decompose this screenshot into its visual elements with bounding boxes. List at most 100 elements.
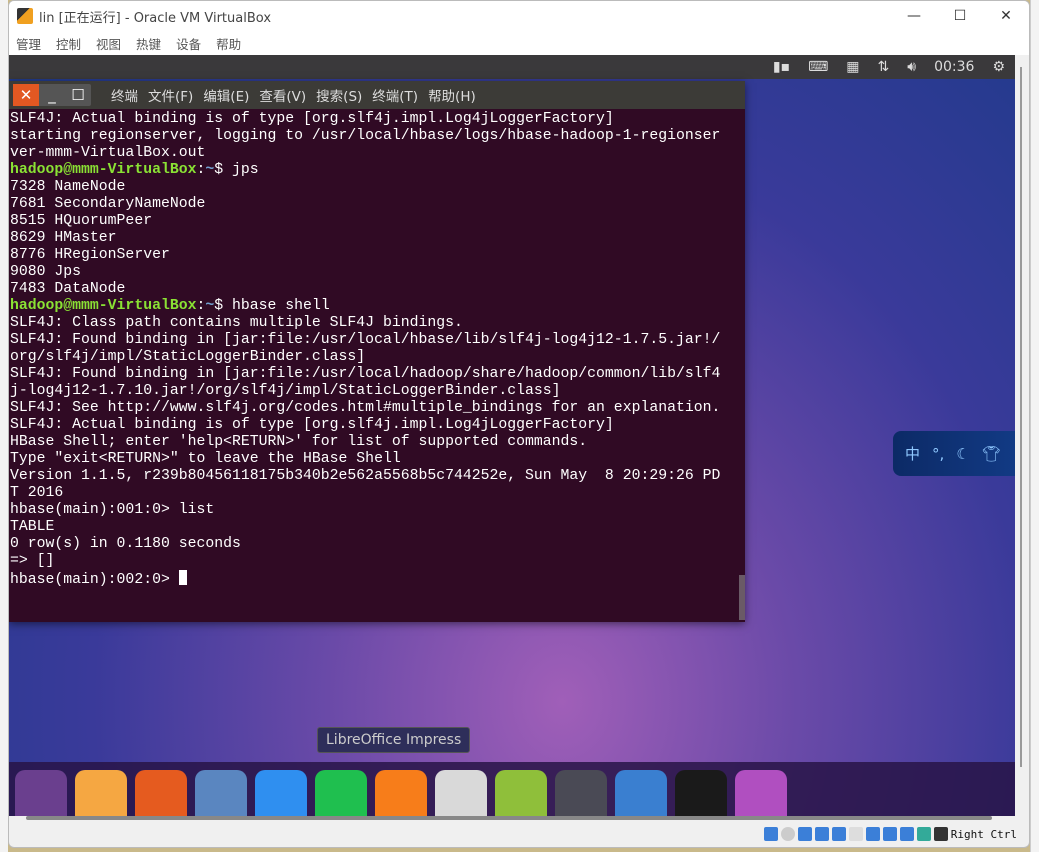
prompt-path: ~ (205, 298, 215, 314)
virtualbox-window: lin [正在运行] - Oracle VM VirtualBox — ☐ ✕ … (8, 0, 1030, 848)
terminal-cursor (178, 570, 187, 585)
vbox-menubar: 管理 控制 视图 热键 设备 帮助 (9, 31, 1029, 55)
dock-word-icon[interactable] (255, 770, 307, 816)
ime-language[interactable]: 中 (905, 443, 920, 464)
settings-icon[interactable]: ⚙ (992, 59, 1005, 75)
dock-terminal-icon[interactable] (555, 770, 607, 816)
dock-excel-icon[interactable] (315, 770, 367, 816)
virtualbox-icon (17, 8, 33, 24)
terminal-maximize-icon[interactable]: ☐ (65, 84, 91, 106)
host-key: Right Ctrl (950, 827, 1017, 841)
terminal-line: SLF4J: Class path contains multiple SLF4… (10, 315, 463, 331)
terminal-line: 9080 Jps (10, 264, 82, 280)
terminal-line: TABLE (10, 519, 55, 535)
terminal-menu-item[interactable]: 编辑(E) (203, 85, 249, 105)
menu-help[interactable]: 帮助 (216, 34, 241, 53)
recording-icon[interactable] (882, 827, 897, 841)
keyboard-capture-icon[interactable] (933, 827, 948, 841)
desktop-left-edge (0, 0, 8, 852)
close-button[interactable]: ✕ (983, 8, 1029, 24)
terminal-menu-item[interactable]: 搜索(S) (316, 85, 362, 105)
ime-punctuation[interactable]: °, (932, 445, 944, 463)
terminal-line: starting regionserver, logging to /usr/l… (10, 128, 721, 144)
terminal-menu-item[interactable]: 查看(V) (259, 85, 306, 105)
prompt-command: $ hbase shell (214, 298, 330, 314)
shared-folder-icon[interactable] (848, 827, 863, 841)
prompt-path: ~ (205, 162, 215, 178)
dock (9, 762, 1015, 816)
terminal-line: SLF4J: See http://www.slf4j.org/codes.ht… (10, 400, 721, 416)
terminal-output[interactable]: SLF4J: Actual binding is of type [org.sl… (9, 109, 745, 622)
dock-ubuntu-icon[interactable] (15, 770, 67, 816)
terminal-menu-item[interactable]: 帮助(H) (428, 85, 476, 105)
menu-view[interactable]: 视图 (96, 34, 121, 53)
usb-icon[interactable] (831, 827, 846, 841)
clock[interactable]: 00:36 (934, 59, 974, 75)
shirt-icon[interactable]: 👕︎ (982, 445, 1001, 463)
cpu-icon[interactable] (899, 827, 914, 841)
terminal-line: 8515 HQuorumPeer (10, 213, 153, 229)
terminal-line: 8776 HRegionServer (10, 247, 170, 263)
terminal-scrollbar[interactable] (739, 575, 745, 620)
dock-powerpoint-icon[interactable] (375, 770, 427, 816)
menu-hotkeys[interactable]: 热键 (136, 34, 161, 53)
dock-chromium-icon[interactable] (195, 770, 247, 816)
terminal-line: SLF4J: Actual binding is of type [org.sl… (10, 111, 614, 127)
terminal-line: hbase(main):002:0> (10, 570, 745, 589)
calendar-icon[interactable]: ▦ (846, 59, 859, 75)
window-title: lin [正在运行] - Oracle VM VirtualBox (39, 10, 272, 26)
ime-toolbar[interactable]: 中 °, ☾ 👕︎ (893, 431, 1015, 476)
terminal-line: 7681 SecondaryNameNode (10, 196, 206, 212)
maximize-button[interactable]: ☐ (937, 8, 983, 24)
prompt-user: hadoop@mmm-VirtualBox (10, 162, 197, 178)
terminal-line: SLF4J: Found binding in [jar:file:/usr/l… (10, 332, 721, 348)
keyboard-icon[interactable]: ⌨ (808, 59, 828, 75)
dock-firefox-icon[interactable] (135, 770, 187, 816)
terminal-line: j-log4j12-1.7.10.jar!/org/slf4j/impl/Sta… (10, 383, 561, 399)
dock-robot-icon[interactable] (495, 770, 547, 816)
hdd-icon[interactable] (763, 827, 778, 841)
vertical-scrollbar[interactable] (1015, 55, 1029, 816)
terminal-menu-item[interactable]: 终端 (111, 85, 138, 105)
terminal-line: SLF4J: Found binding in [jar:file:/usr/l… (10, 366, 721, 382)
moon-icon[interactable]: ☾ (956, 445, 969, 463)
terminal-menu-item[interactable]: 终端(T) (372, 85, 418, 105)
prompt-user: hadoop@mmm-VirtualBox (10, 298, 197, 314)
terminal-line: 8629 HMaster (10, 230, 117, 246)
cd-icon[interactable] (780, 827, 795, 841)
audio-icon[interactable] (797, 827, 812, 841)
volume-icon[interactable]: 🔊︎ (907, 59, 916, 75)
vm-screen[interactable]: ▮▪ ⌨ ▦ ⇅ 🔊︎ 00:36 ⚙ ✕ _ ☐ 终端 文件(F) 编辑(E) 查看… (9, 55, 1015, 816)
terminal-line: 7328 NameNode (10, 179, 126, 195)
menu-devices[interactable]: 设备 (176, 34, 201, 53)
terminal-line: 7483 DataNode (10, 281, 126, 297)
menu-control[interactable]: 控制 (56, 34, 81, 53)
terminal-line: HBase Shell; enter 'help<RETURN>' for li… (10, 434, 588, 450)
dock-software-center-icon[interactable] (435, 770, 487, 816)
prompt-command: $ jps (214, 162, 259, 178)
transfer-icon[interactable]: ⇅ (878, 59, 890, 75)
terminal-window[interactable]: ✕ _ ☐ 终端 文件(F) 编辑(E) 查看(V) 搜索(S) 终端(T) 帮助(H) S… (9, 81, 745, 622)
terminal-line: SLF4J: Actual binding is of type [org.sl… (10, 417, 614, 433)
minimize-button[interactable]: — (891, 8, 937, 24)
mouse-integration-icon[interactable] (916, 827, 931, 841)
terminal-line: org/slf4j/impl/StaticLoggerBinder.class] (10, 349, 366, 365)
dock-qq-icon[interactable] (675, 770, 727, 816)
terminal-line: T 2016 (10, 485, 64, 501)
dock-dash-icon[interactable] (615, 770, 667, 816)
title-bar: lin [正在运行] - Oracle VM VirtualBox — ☐ ✕ (9, 1, 1029, 31)
terminal-minimize-icon[interactable]: _ (39, 84, 65, 106)
terminal-close-icon[interactable]: ✕ (13, 84, 39, 106)
display-icon[interactable] (865, 827, 880, 841)
network-adapter-icon[interactable] (814, 827, 829, 841)
horizontal-scrollbar[interactable] (9, 816, 1015, 824)
network-icon[interactable]: ▮▪ (773, 59, 790, 75)
dock-editor-icon[interactable] (735, 770, 787, 816)
vbox-status-bar: Right Ctrl (763, 827, 1017, 841)
terminal-menu-item[interactable]: 文件(F) (148, 85, 193, 105)
dock-files-icon[interactable] (75, 770, 127, 816)
terminal-line: Version 1.1.5, r239b80456118175b340b2e56… (10, 468, 721, 484)
desktop-right-edge (1030, 0, 1039, 852)
terminal-line: Type "exit<RETURN>" to leave the HBase S… (10, 451, 401, 467)
menu-manage[interactable]: 管理 (16, 34, 41, 53)
